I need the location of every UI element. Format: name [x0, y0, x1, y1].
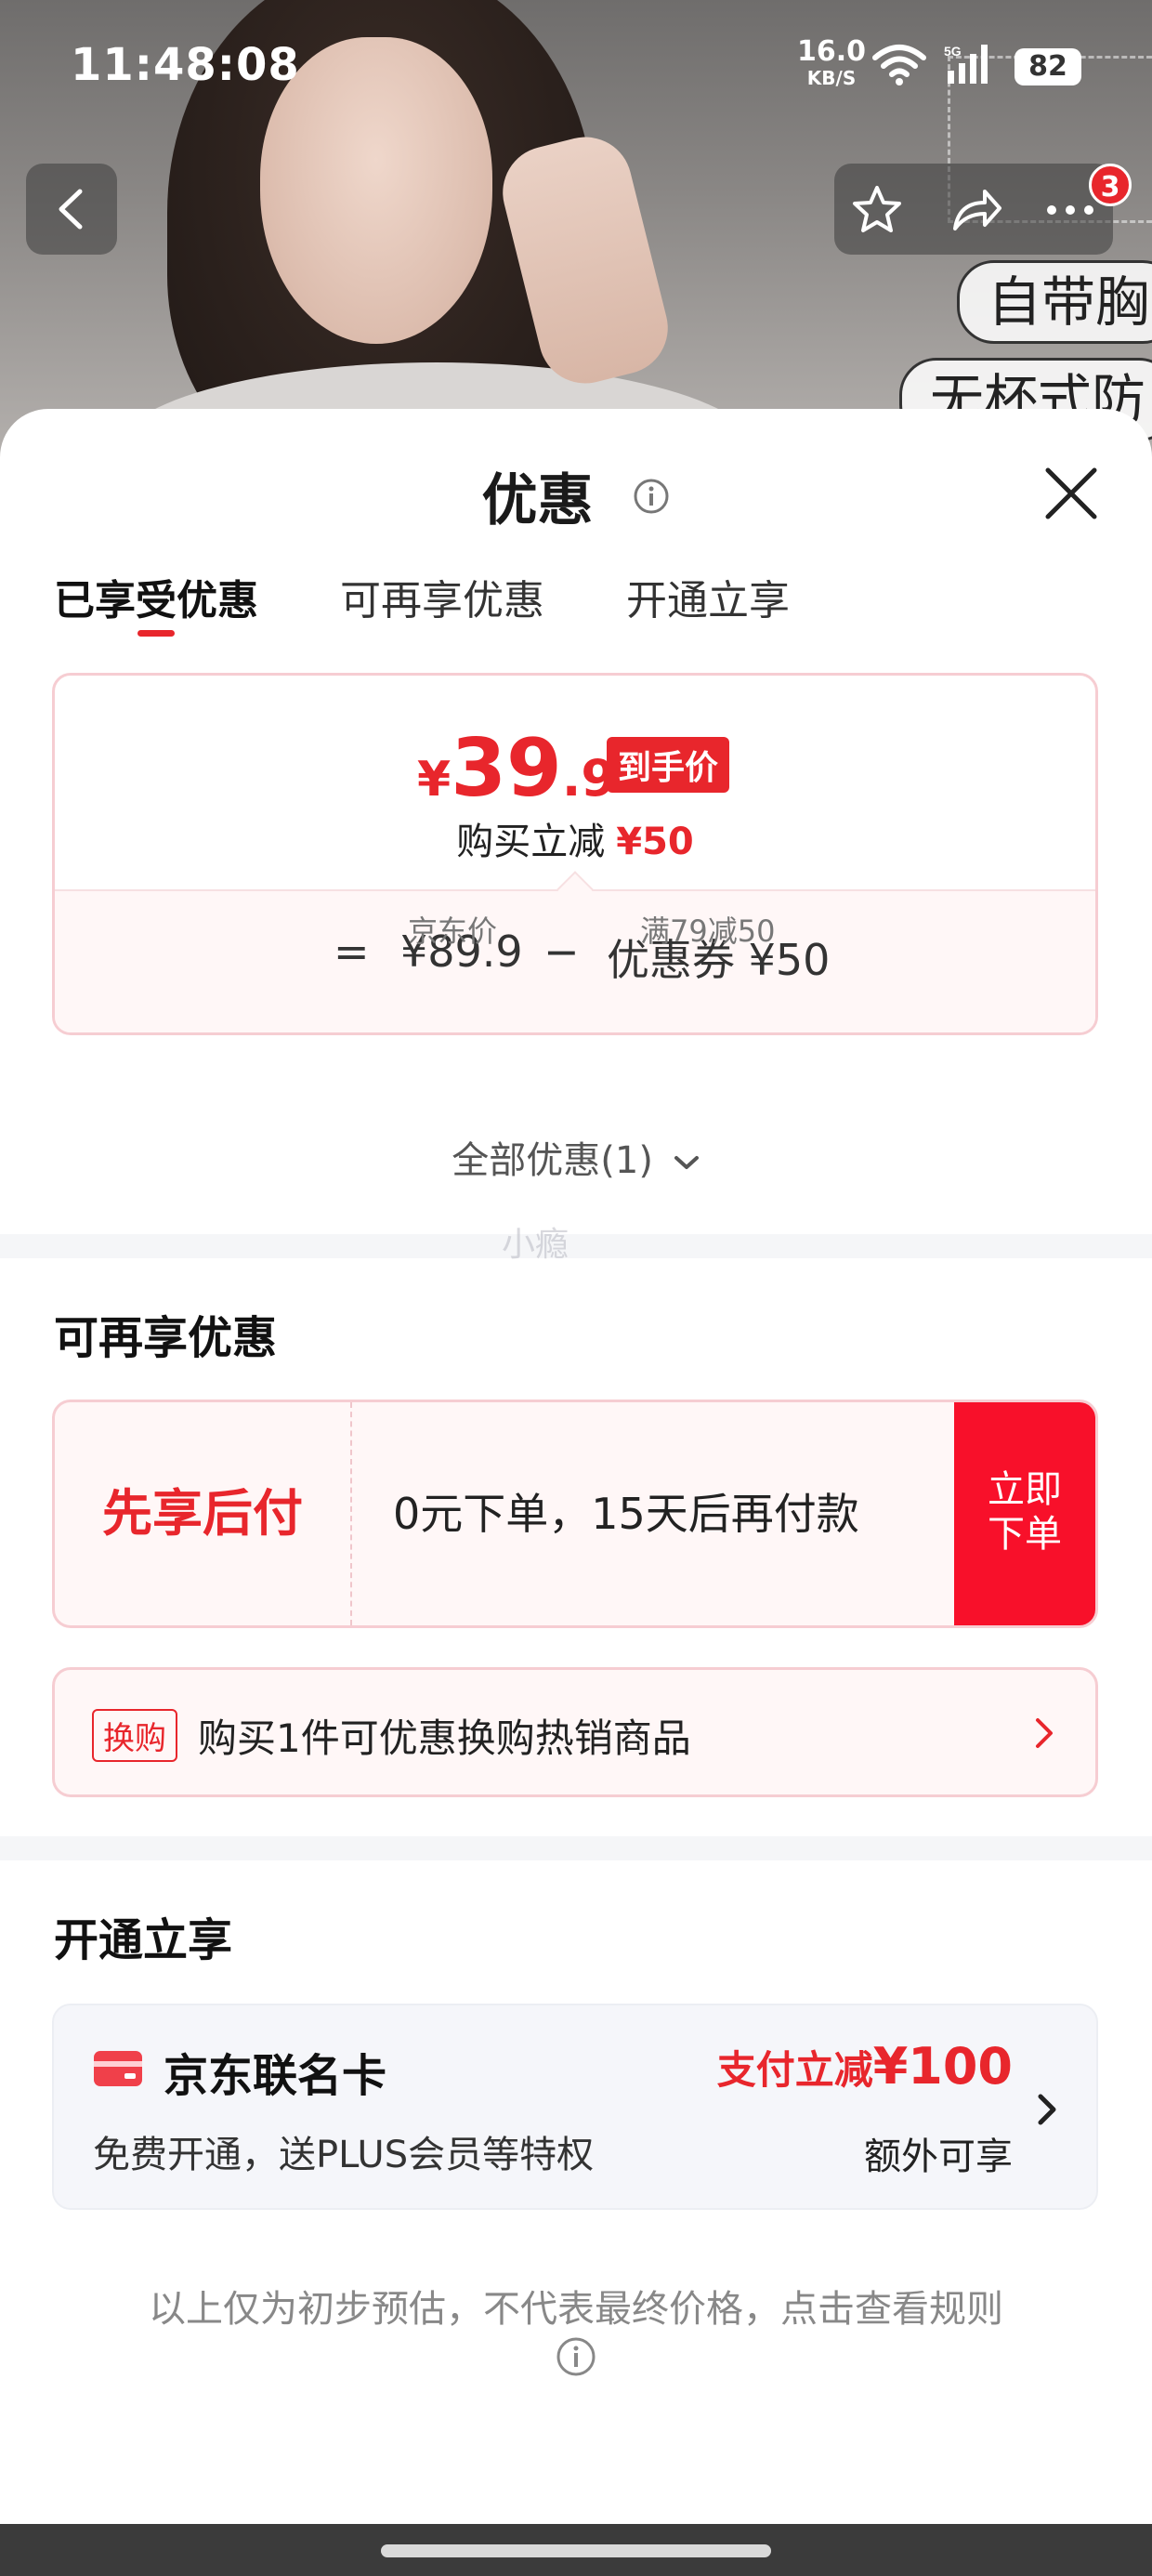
open-now-title: 开通立享 — [54, 1914, 233, 1966]
sheet-title: 优惠 — [481, 468, 594, 533]
photo-tag-1: 自带胸 — [957, 260, 1152, 344]
order-now-label-line2: 下单 — [988, 1513, 1062, 1556]
net-speed-value: 16.0 — [797, 35, 867, 68]
tab-open-now[interactable]: 开通立享 — [626, 567, 790, 626]
more-deals-title: 可再享优惠 — [54, 1312, 278, 1364]
card-description: 免费开通，送PLUS会员等特权 — [93, 2134, 595, 2176]
swap-text: 购买1件可优惠换购热销商品 — [198, 1715, 691, 1761]
status-net-speed: 16.0 KB/S — [797, 38, 866, 91]
price-breakdown-card: ¥39.9 到手价 购买立减 ¥50 = ¥89.9 − 优惠券 ¥50 京东价 … — [52, 673, 1098, 1035]
credit-card-icon — [94, 2051, 142, 2086]
formula-minus: − — [543, 927, 580, 977]
favorite-star-icon[interactable] — [849, 182, 905, 238]
instant-discount-label: 购买立减 — [456, 821, 606, 863]
close-icon[interactable] — [1041, 463, 1102, 524]
chevron-down-icon — [674, 1156, 699, 1169]
jd-price-label: 京东价 — [408, 913, 498, 949]
pay-discount-amount: ¥100 — [872, 2037, 1013, 2096]
notification-badge: 3 — [1089, 164, 1132, 206]
status-time: 11:48:08 — [71, 39, 300, 91]
home-indicator[interactable] — [381, 2544, 771, 2557]
order-now-label-line1: 立即 — [988, 1468, 1062, 1511]
price-disclaimer[interactable]: 以上仅为初步预估，不代表最终价格，点击查看规则 — [0, 2279, 1152, 2333]
section-divider — [0, 1836, 1152, 1860]
order-now-button[interactable]: 立即 下单 — [954, 1402, 1095, 1625]
cellular-signal-icon: 5G — [944, 44, 988, 84]
bnpl-description: 0元下单，15天后再付款 — [393, 1489, 859, 1539]
bnpl-name: 先享后付 — [55, 1402, 352, 1625]
chevron-right-icon — [1038, 2094, 1056, 2125]
sheet-header: 优惠 — [0, 455, 1152, 536]
navigation-bar — [0, 2524, 1152, 2576]
tab-enjoyed[interactable]: 已享受优惠 — [54, 567, 258, 626]
coupon-rule: 满79减50 — [640, 913, 776, 949]
swap-deal-row[interactable]: 换购 购买1件可优惠换购热销商品 — [52, 1667, 1098, 1797]
share-icon[interactable] — [948, 182, 1003, 238]
instant-discount-amount: ¥50 — [616, 821, 694, 863]
status-bar: 11:48:08 16.0 KB/S 5G 82 — [0, 0, 1152, 139]
tab-more-deals[interactable]: 可再享优惠 — [340, 567, 544, 626]
net-speed-unit: KB/S — [806, 67, 857, 89]
network-type-label: 5G — [944, 44, 962, 59]
chevron-left-icon — [59, 189, 83, 230]
all-deals-label: 全部优惠(1) — [452, 1139, 653, 1182]
top-action-group — [834, 164, 1113, 255]
pay-discount-label: 支付立减 — [716, 2047, 873, 2093]
discount-sheet: 优惠 已享受优惠 可再享优惠 开通立享 ¥39.9 到手价 购买立减 ¥50 = … — [0, 409, 1152, 2528]
all-deals-toggle[interactable]: 全部优惠(1) — [0, 1130, 1152, 1184]
jd-cobrand-card-offer[interactable]: 京东联名卡 免费开通，送PLUS会员等特权 支付立减¥100 额外可享 — [52, 2004, 1098, 2210]
swap-tag: 换购 — [92, 1709, 177, 1762]
tab-active-indicator — [137, 630, 175, 637]
final-price: ¥39.9 — [417, 722, 616, 815]
back-button[interactable] — [26, 164, 117, 255]
info-icon[interactable] — [556, 2336, 596, 2377]
info-icon[interactable] — [633, 478, 670, 515]
chevron-right-icon — [1036, 1718, 1053, 1748]
final-price-currency: ¥ — [417, 752, 452, 808]
buy-now-pay-later-card[interactable]: 先享后付 0元下单，15天后再付款 立即 下单 — [52, 1400, 1098, 1628]
battery-indicator: 82 — [1015, 48, 1081, 85]
final-price-integer: 39 — [451, 722, 562, 815]
pay-discount: 支付立减¥100 — [717, 2037, 1013, 2096]
section-divider — [0, 1234, 1152, 1258]
extra-benefit-label: 额外可享 — [864, 2136, 1013, 2178]
formula-equals: = — [334, 927, 370, 977]
watermark: 小瘾 — [502, 1226, 569, 1264]
instant-discount-line: 购买立减 ¥50 — [55, 811, 1095, 865]
final-price-badge: 到手价 — [607, 737, 730, 793]
wifi-icon — [872, 45, 926, 85]
card-name: 京东联名卡 — [164, 2050, 387, 2102]
